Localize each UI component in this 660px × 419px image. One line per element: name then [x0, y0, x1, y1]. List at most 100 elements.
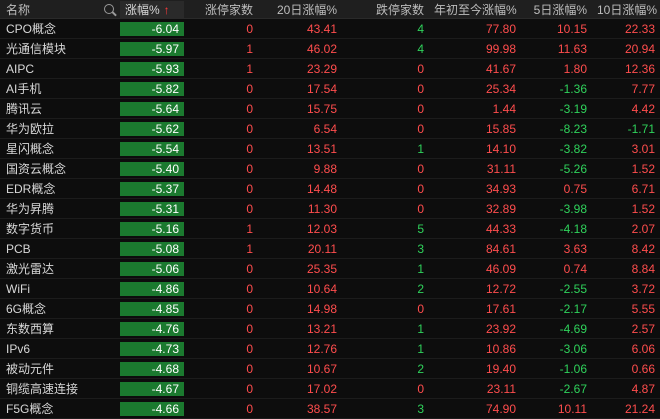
cell-20d: 20.11: [307, 241, 337, 256]
cell-ytd: 32.89: [485, 201, 516, 216]
cell-5d: 3.63: [563, 241, 587, 256]
cell-10d: 22.33: [624, 21, 655, 36]
table-row[interactable]: 腾讯云 -5.64 0 15.75 0 1.44 -3.19 4.42: [0, 99, 660, 119]
table-row[interactable]: 激光雷达 -5.06 0 25.35 1 46.09 0.74 8.84: [0, 259, 660, 279]
cell-limit-up: 0: [246, 141, 253, 156]
cell-10d: 3.01: [631, 141, 655, 156]
table-row[interactable]: 华为欧拉 -5.62 0 6.54 0 15.85 -8.23 -1.71: [0, 119, 660, 139]
cell-20d: 43.41: [306, 21, 337, 36]
cell-10d: 5.55: [631, 301, 655, 316]
table-row[interactable]: 6G概念 -4.85 0 14.98 0 17.61 -2.17 5.55: [0, 299, 660, 319]
cell-limit-down: 0: [417, 61, 424, 76]
cell-20d: 11.30: [307, 201, 337, 216]
cell-limit-up: 0: [246, 201, 253, 216]
cell-name: EDR概念: [6, 182, 56, 196]
column-header-limit-down[interactable]: 跌停家数: [342, 1, 429, 18]
cell-change: -5.06: [120, 261, 184, 276]
table-row[interactable]: IPv6 -4.73 0 12.76 1 10.86 -3.06 6.06: [0, 339, 660, 359]
column-header-ytd[interactable]: 年初至今涨幅%: [429, 1, 521, 18]
cell-change: -4.68: [120, 361, 184, 376]
cell-name: 数字货币: [6, 222, 55, 236]
cell-limit-up: 0: [246, 361, 253, 376]
table-row[interactable]: CPO概念 -6.04 0 43.41 4 77.80 10.15 22.33: [0, 19, 660, 39]
cell-change: -5.16: [120, 221, 184, 236]
cell-ytd: 23.11: [486, 381, 516, 396]
cell-limit-down: 0: [417, 81, 424, 96]
cell-limit-down: 0: [417, 201, 424, 216]
cell-10d: -1.71: [627, 121, 655, 136]
table-row[interactable]: AI手机 -5.82 0 17.54 0 25.34 -1.36 7.77: [0, 79, 660, 99]
cell-name: 华为欧拉: [6, 122, 55, 136]
table-row[interactable]: 被动元件 -4.68 0 10.67 2 19.40 -1.06 0.66: [0, 359, 660, 379]
table-row[interactable]: 光通信模块 -5.97 1 46.02 4 99.98 11.63 20.94: [0, 39, 660, 59]
cell-ytd: 31.11: [486, 161, 516, 176]
cell-20d: 17.02: [306, 381, 337, 396]
cell-ytd: 41.67: [485, 61, 516, 76]
cell-ytd: 14.10: [485, 141, 516, 156]
table-row[interactable]: WiFi -4.86 0 10.64 2 12.72 -2.55 3.72: [0, 279, 660, 299]
cell-20d: 38.57: [306, 401, 337, 416]
column-header-name-label: 名称: [6, 2, 31, 17]
cell-5d: 10.15: [556, 21, 587, 36]
cell-limit-down: 2: [417, 361, 424, 376]
cell-limit-up: 0: [246, 321, 253, 336]
cell-name: PCB: [6, 241, 31, 256]
cell-5d: 1.80: [563, 61, 587, 76]
cell-name: 被动元件: [6, 362, 55, 376]
cell-limit-down: 5: [417, 221, 424, 236]
cell-limit-down: 4: [417, 21, 424, 36]
cell-limit-up: 0: [246, 261, 253, 276]
table-row[interactable]: EDR概念 -5.37 0 14.48 0 34.93 0.75 6.71: [0, 179, 660, 199]
cell-5d: -2.55: [559, 281, 587, 296]
table-row[interactable]: PCB -5.08 1 20.11 3 84.61 3.63 8.42: [0, 239, 660, 259]
cell-change: -4.67: [120, 381, 184, 396]
cell-limit-down: 0: [417, 181, 424, 196]
cell-5d: -3.06: [559, 341, 587, 356]
cell-20d: 25.35: [306, 261, 337, 276]
cell-10d: 2.57: [631, 321, 655, 336]
cell-change: -4.76: [120, 321, 184, 336]
cell-ytd: 99.98: [485, 41, 516, 56]
cell-limit-down: 0: [417, 381, 424, 396]
table-row[interactable]: AIPC -5.93 1 23.29 0 41.67 1.80 12.36: [0, 59, 660, 79]
cell-ytd: 34.93: [485, 181, 516, 196]
table-row[interactable]: 铜缆高速连接 -4.67 0 17.02 0 23.11 -2.67 4.87: [0, 379, 660, 399]
cell-ytd: 23.92: [485, 321, 516, 336]
cell-5d: -4.69: [559, 321, 587, 336]
cell-10d: 3.72: [631, 281, 655, 296]
cell-change: -6.04: [120, 21, 184, 36]
column-header-limit-up[interactable]: 涨停家数: [184, 1, 258, 18]
table-row[interactable]: 东数西算 -4.76 0 13.21 1 23.92 -4.69 2.57: [0, 319, 660, 339]
cell-limit-up: 0: [246, 121, 253, 136]
column-header-name[interactable]: 名称: [0, 1, 120, 18]
cell-10d: 20.94: [624, 41, 655, 56]
cell-20d: 10.67: [306, 361, 337, 376]
cell-change: -4.85: [120, 301, 184, 316]
cell-ytd: 15.85: [485, 121, 516, 136]
cell-change: -5.54: [120, 141, 184, 156]
cell-ytd: 17.61: [485, 301, 516, 316]
cell-change: -5.37: [120, 181, 184, 196]
cell-limit-down: 1: [417, 141, 424, 156]
column-header-5d[interactable]: 5日涨幅%: [521, 1, 592, 18]
cell-ytd: 74.90: [485, 401, 516, 416]
table-row[interactable]: 国资云概念 -5.40 0 9.88 0 31.11 -5.26 1.52: [0, 159, 660, 179]
column-header-change-label: 涨幅%: [125, 2, 160, 17]
column-header-10d[interactable]: 10日涨幅%: [592, 1, 660, 18]
sector-table: 名称 涨幅% ↑ 涨停家数 20日涨幅% 跌停家数 年初至今涨幅% 5日涨幅% 1…: [0, 0, 660, 419]
cell-change: -4.66: [120, 401, 184, 416]
table-row[interactable]: 数字货币 -5.16 1 12.03 5 44.33 -4.18 2.07: [0, 219, 660, 239]
cell-5d: -4.18: [559, 221, 587, 236]
cell-name: 激光雷达: [6, 262, 55, 276]
cell-20d: 23.29: [306, 61, 337, 76]
column-header-20d[interactable]: 20日涨幅%: [258, 1, 342, 18]
table-row[interactable]: 华为昇腾 -5.31 0 11.30 0 32.89 -3.98 1.52: [0, 199, 660, 219]
search-icon[interactable]: [104, 3, 114, 14]
table-row[interactable]: F5G概念 -4.66 0 38.57 3 74.90 10.11 21.24: [0, 399, 660, 419]
table-body: CPO概念 -6.04 0 43.41 4 77.80 10.15 22.33 光通信模块 -5.…: [0, 19, 660, 419]
cell-limit-up: 1: [246, 41, 253, 56]
column-header-change[interactable]: 涨幅% ↑: [120, 0, 184, 18]
cell-name: IPv6: [6, 341, 31, 356]
table-row[interactable]: 星闪概念 -5.54 0 13.51 1 14.10 -3.82 3.01: [0, 139, 660, 159]
cell-change: -5.97: [120, 41, 184, 56]
